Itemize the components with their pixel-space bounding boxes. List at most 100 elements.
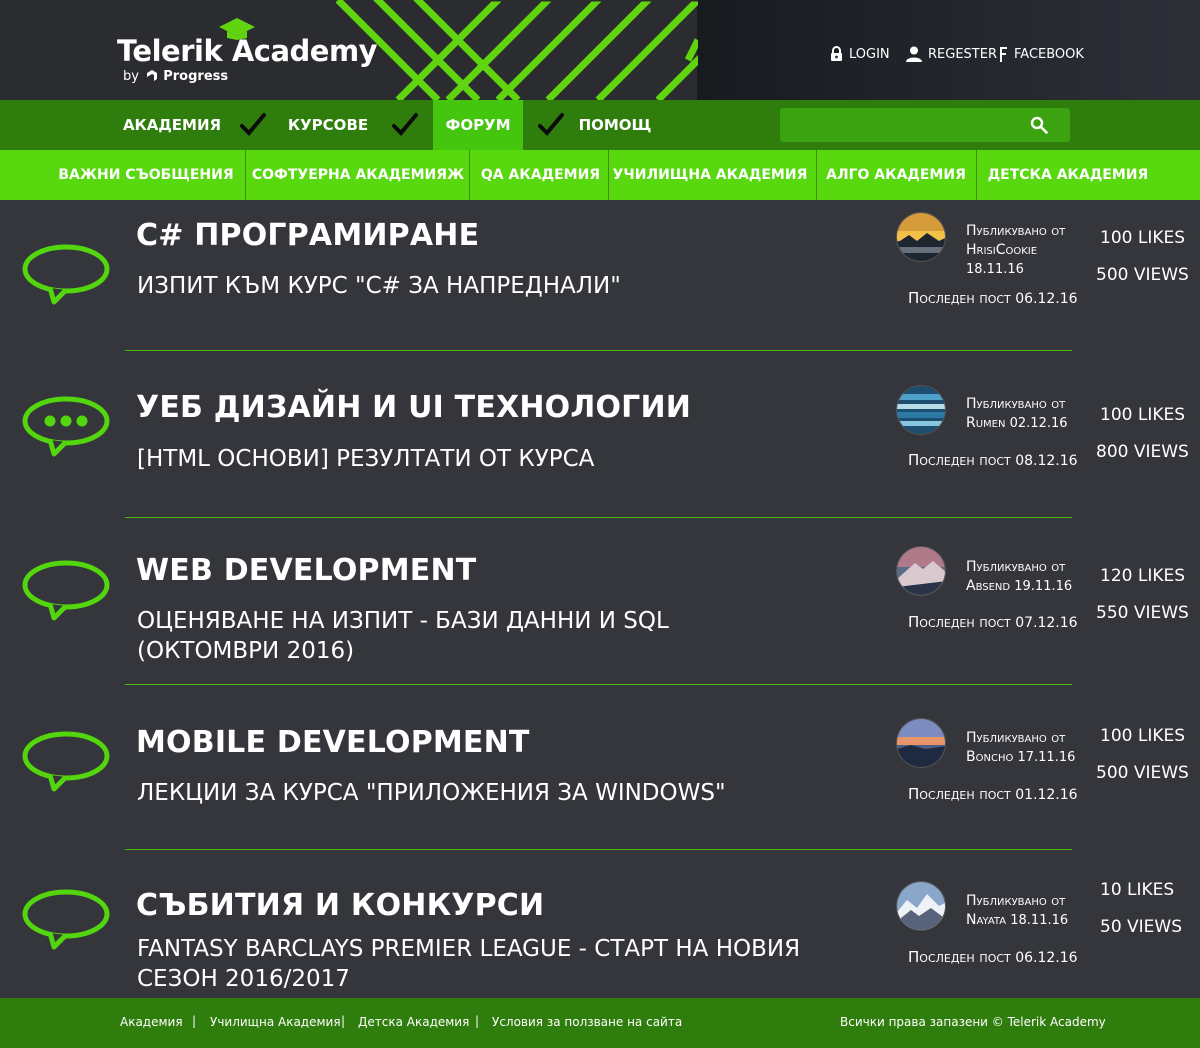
register-label: REGESTER <box>928 46 997 62</box>
footer-link-kids[interactable]: Детска Академия <box>358 1015 469 1029</box>
subnav-item-school[interactable]: УЧИЛИЩНА АКАДЕМИЯ <box>610 150 810 200</box>
subnav-item-kids[interactable]: ДЕТСКА АКАДЕМИЯ <box>978 150 1158 200</box>
topic-title[interactable]: [HTML ОСНОВИ] РЕЗУЛТАТИ ОТ КУРСА <box>137 444 837 474</box>
search-icon[interactable] <box>1030 116 1048 134</box>
published-date: 17.11.16 <box>1017 750 1076 765</box>
topic-likes: 100 LIKES <box>1100 726 1186 746</box>
speech-bubble-icon <box>22 731 110 792</box>
register-link[interactable]: REGESTER <box>906 44 997 64</box>
subnav-item-qa[interactable]: QA АКАДЕМИЯ <box>472 150 609 200</box>
nav-item-label: ПОМОЩ <box>578 116 652 134</box>
topic-likes: 120 LIKES <box>1100 566 1186 586</box>
published-date: 18.11.16 <box>966 262 1024 277</box>
topic-last-post: Последен пост 06.12.16 <box>908 289 1078 307</box>
footer-link-terms[interactable]: Условия за ползване на сайта <box>492 1015 682 1029</box>
published-label: Публикувано от <box>966 396 1066 412</box>
topic-published-info: Публикувано от Absend 19.11.16 <box>966 558 1072 596</box>
search-input[interactable] <box>788 108 1018 142</box>
topic-views: 50 VIEWS <box>1100 917 1183 937</box>
login-label: LOGIN <box>849 46 890 62</box>
checkmark-icon <box>538 113 564 136</box>
logo-title: Telerik Academy <box>117 34 378 68</box>
topic-last-post: Последен пост 01.12.16 <box>908 785 1078 803</box>
avatar-image <box>897 386 945 434</box>
nav-item-forum[interactable]: ФОРУМ <box>433 100 523 150</box>
nav-item-help[interactable]: ПОМОЩ <box>570 100 660 150</box>
last-post-date: 08.12.16 <box>1015 453 1078 469</box>
lock-icon <box>831 46 842 61</box>
speech-bubble-icon <box>22 244 110 305</box>
subnav-item-label: ВАЖНИ СЪОБЩЕНИЯ <box>58 167 234 183</box>
subnav-divider <box>816 150 817 200</box>
last-post-date: 01.12.16 <box>1015 787 1078 803</box>
logo-by: by <box>123 69 139 84</box>
published-author[interactable]: Nayata <box>966 912 1006 928</box>
speech-bubble-icon <box>22 889 110 950</box>
telerik-academy-logo[interactable]: Telerik Academy by Progress <box>115 18 378 88</box>
published-author[interactable]: Boncho <box>966 749 1013 765</box>
topic-divider <box>125 517 1072 518</box>
subnav-divider <box>608 150 609 200</box>
published-author-line: Rumen 02.12.16 <box>966 414 1068 433</box>
subnav-divider <box>469 150 470 200</box>
subnav-item-label: ДЕТСКА АКАДЕМИЯ <box>987 167 1149 183</box>
published-author[interactable]: Absend <box>966 578 1010 594</box>
search-box <box>780 108 1070 142</box>
footer-link-academy[interactable]: Академия <box>120 1015 183 1029</box>
topic-views: 800 VIEWS <box>1096 442 1189 462</box>
topic-published-info: Публикувано от Boncho 17.11.16 <box>966 729 1075 767</box>
login-link[interactable]: LOGIN <box>830 44 890 64</box>
topic-published-info: Публикувано от Rumen 02.12.16 <box>966 395 1068 433</box>
nav-item-label: КУРСОВЕ <box>287 116 369 134</box>
footer-link-school[interactable]: Училищна Академия <box>210 1015 341 1029</box>
topic-views: 500 VIEWS <box>1096 763 1189 783</box>
logo-partner: Progress <box>163 69 229 84</box>
topic-category[interactable]: УЕБ ДИЗАЙН И UI ТЕХНОЛОГИИ <box>136 390 691 425</box>
subnav-item-algo[interactable]: АЛГО АКАДЕМИЯ <box>818 150 974 200</box>
footer-separator: | <box>475 1014 480 1028</box>
published-label: Публикувано от <box>966 223 1066 239</box>
logo-subtitle: by Progress <box>123 69 228 84</box>
topic-category[interactable]: WEB DEVELOPMENT <box>136 553 476 588</box>
topic-divider <box>125 849 1072 850</box>
subnav-item-software[interactable]: СОФТУЕРНА АКАДЕМИЯЖ <box>248 150 468 200</box>
topic-divider <box>125 684 1072 685</box>
topic-title[interactable]: ЛЕКЦИИ ЗА КУРСА "ПРИЛОЖЕНИЯ ЗА WINDOWS" <box>137 778 837 808</box>
checkmark-icon <box>392 113 418 136</box>
avatar[interactable] <box>896 718 946 768</box>
nav-item-courses[interactable]: КУРСОВЕ <box>280 100 376 150</box>
site-footer: Академия | Училищна Академия | Детска Ак… <box>0 998 1200 1048</box>
nav-item-academy[interactable]: АКАДЕМИЯ <box>113 100 231 150</box>
published-label: Публикувано от <box>966 559 1066 575</box>
avatar[interactable] <box>896 546 946 596</box>
last-post-date: 07.12.16 <box>1015 615 1078 631</box>
speech-bubble-dots-icon <box>22 396 110 457</box>
topic-published-info: Публикувано от Nayata 18.11.16 <box>966 892 1068 930</box>
facebook-link[interactable]: FACEBOOK <box>998 44 1084 64</box>
last-post-label: Последен пост <box>908 451 1011 469</box>
published-author-line: Boncho 17.11.16 <box>966 748 1075 767</box>
topic-category[interactable]: MOBILE DEVELOPMENT <box>136 725 530 760</box>
topic-views: 550 VIEWS <box>1096 603 1189 623</box>
user-icon <box>906 46 922 62</box>
topic-last-post: Последен пост 06.12.16 <box>908 948 1078 966</box>
published-date: 19.11.16 <box>1014 579 1073 594</box>
published-author[interactable]: Rumen <box>966 415 1005 431</box>
topic-likes: 100 LIKES <box>1100 405 1186 425</box>
published-date: 18.11.16 <box>1010 913 1069 928</box>
avatar[interactable] <box>896 385 946 435</box>
topic-title[interactable]: ОЦЕНЯВАНЕ НА ИЗПИТ - БАЗИ ДАННИ И SQL (О… <box>137 606 757 666</box>
avatar[interactable] <box>896 881 946 931</box>
last-post-date: 06.12.16 <box>1015 291 1078 307</box>
topic-title[interactable]: FANTASY BARCLAYS PREMIER LEAGUE - СТАРТ … <box>137 934 827 994</box>
topic-last-post: Последен пост 07.12.16 <box>908 613 1078 631</box>
last-post-label: Последен пост <box>908 948 1011 966</box>
published-label: Публикувано от <box>966 730 1066 746</box>
footer-copyright: Всички права запазени © Telerik Academy <box>840 1015 1106 1029</box>
topic-category[interactable]: СЪБИТИЯ И КОНКУРСИ <box>136 888 544 923</box>
subnav-item-important[interactable]: ВАЖНИ СЪОБЩЕНИЯ <box>50 150 242 200</box>
topic-category[interactable]: C# ПРОГРАМИРАНЕ <box>136 218 479 253</box>
published-author[interactable]: HrisiCookie <box>966 241 1065 260</box>
topic-title[interactable]: ИЗПИТ КЪМ КУРС "C# ЗА НАПРЕДНАЛИ" <box>137 271 837 301</box>
avatar[interactable] <box>896 212 946 262</box>
